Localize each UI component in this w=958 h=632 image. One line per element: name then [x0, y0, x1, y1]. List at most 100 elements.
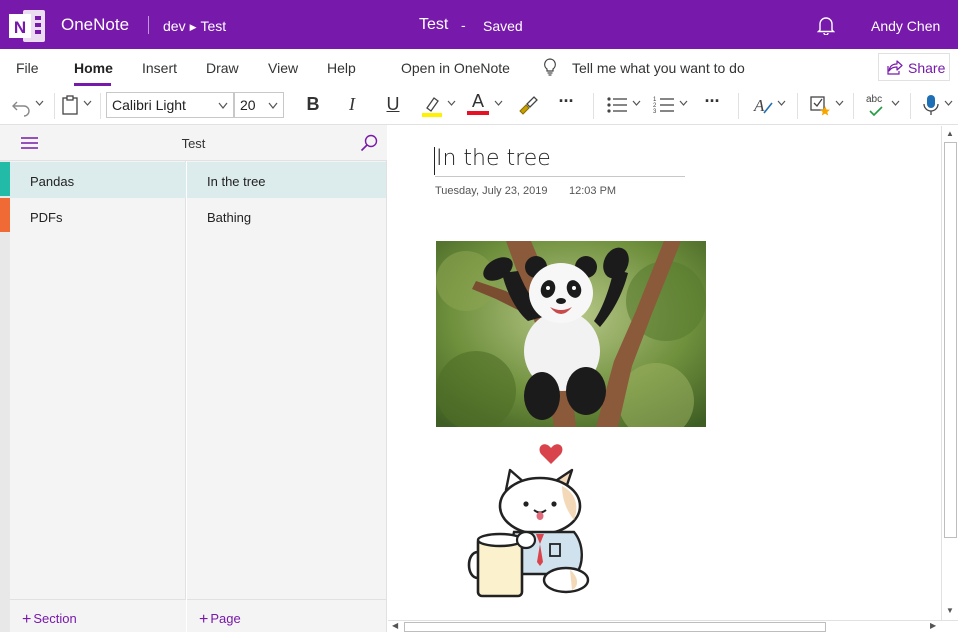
notebook-title[interactable]: Test	[0, 136, 387, 151]
vertical-scrollbar[interactable]: ▲ ▼	[941, 126, 958, 620]
page-item-bathing[interactable]: Bathing	[187, 198, 386, 234]
ribbon-divider	[100, 93, 101, 119]
ribbon-divider	[593, 93, 594, 119]
app-name[interactable]: OneNote	[61, 15, 129, 35]
undo-dropdown-chevron-icon[interactable]	[35, 100, 44, 106]
title-bar: N OneNote dev ▶ Test Test - Saved Andy Che…	[0, 0, 958, 49]
spelling-label[interactable]: abc	[866, 94, 882, 105]
highlight-dropdown-chevron-icon[interactable]	[447, 100, 456, 106]
svg-text:3: 3	[653, 109, 657, 115]
horizontal-scrollbar[interactable]: ◀ ▶	[388, 620, 958, 632]
svg-text:A: A	[753, 96, 765, 115]
section-item-pdfs[interactable]: PDFs	[10, 198, 186, 234]
plus-icon: +	[22, 611, 32, 628]
page-label: Bathing	[207, 210, 252, 225]
underline-button[interactable]: U	[383, 94, 403, 115]
user-name[interactable]: Andy Chen	[871, 18, 940, 34]
section-item-pandas[interactable]: Pandas	[10, 162, 186, 198]
tags-dropdown-chevron-icon[interactable]	[835, 100, 844, 106]
active-tab-indicator	[74, 83, 111, 86]
scroll-down-arrow-icon[interactable]: ▼	[946, 606, 954, 615]
text-cursor	[434, 147, 435, 175]
tell-me-search[interactable]: Tell me what you want to do	[572, 60, 745, 76]
panda-in-tree-image[interactable]	[436, 241, 706, 427]
document-title: Test	[419, 16, 449, 33]
more-paragraph-options-button[interactable]: ···	[702, 91, 722, 112]
menu-view[interactable]: View	[268, 60, 298, 76]
clipboard-icon[interactable]	[61, 93, 79, 117]
menu-home[interactable]: Home	[74, 60, 113, 76]
menu-bar: File Home Insert Draw View Help Open in …	[0, 49, 958, 87]
share-label: Share	[908, 60, 946, 76]
breadcrumb-section[interactable]: Test	[201, 18, 227, 34]
menu-draw[interactable]: Draw	[206, 60, 239, 76]
menu-help[interactable]: Help	[327, 60, 356, 76]
onenote-logo-icon[interactable]: N	[8, 8, 46, 44]
undo-icon[interactable]	[11, 93, 33, 117]
chevron-down-icon	[268, 102, 278, 109]
breadcrumb: dev ▶ Test	[163, 18, 226, 34]
add-section-label: Section	[33, 611, 77, 626]
menu-file[interactable]: File	[16, 60, 39, 76]
titlebar-divider	[148, 16, 149, 34]
page-date: Tuesday, July 23, 2019	[435, 185, 548, 197]
bullet-list-icon[interactable]	[606, 93, 628, 117]
document-title-dash: -	[461, 17, 466, 33]
add-section-button[interactable]: + Section	[10, 599, 186, 632]
font-color-dropdown-chevron-icon[interactable]	[494, 100, 503, 106]
spelling-check-icon[interactable]	[868, 106, 884, 116]
menu-insert[interactable]: Insert	[142, 60, 177, 76]
chevron-down-icon	[218, 102, 228, 109]
cat-with-coffee-sticker-image[interactable]	[466, 440, 596, 606]
notification-bell-icon[interactable]	[817, 16, 835, 35]
font-name-value: Calibri Light	[112, 97, 186, 113]
share-button[interactable]: Share	[878, 53, 950, 81]
page-label: In the tree	[207, 174, 266, 189]
font-color-button[interactable]: A	[468, 91, 488, 112]
page-item-in-the-tree[interactable]: In the tree	[187, 162, 386, 198]
add-page-label: Page	[210, 611, 241, 626]
font-size-dropdown[interactable]: 20	[234, 92, 284, 118]
page-time: 12:03 PM	[569, 185, 617, 197]
bold-button[interactable]: B	[303, 94, 323, 115]
tag-checkbox-star-icon[interactable]	[809, 93, 831, 117]
format-painter-icon[interactable]	[517, 93, 539, 117]
styles-dropdown-chevron-icon[interactable]	[777, 100, 786, 106]
bullet-dropdown-chevron-icon[interactable]	[632, 100, 641, 106]
dictate-dropdown-chevron-icon[interactable]	[944, 100, 953, 106]
plus-icon: +	[199, 611, 209, 628]
navigation-header: Test	[0, 125, 387, 161]
ribbon-divider	[797, 93, 798, 119]
ribbon-divider	[910, 93, 911, 119]
font-name-dropdown[interactable]: Calibri Light	[106, 92, 234, 118]
numbering-dropdown-chevron-icon[interactable]	[679, 100, 688, 106]
vertical-scroll-thumb[interactable]	[944, 142, 957, 538]
search-icon[interactable]	[360, 134, 378, 152]
breadcrumb-notebook[interactable]: dev	[163, 18, 186, 34]
breadcrumb-chevron-icon: ▶	[189, 22, 197, 32]
lightbulb-icon	[544, 58, 556, 76]
menu-open-in-onenote[interactable]: Open in OneNote	[401, 60, 510, 76]
section-label: PDFs	[30, 210, 63, 225]
section-color-tab-pdfs	[0, 198, 10, 232]
add-page-button[interactable]: + Page	[187, 599, 386, 632]
numbered-list-icon[interactable]: 1 2 3	[653, 93, 675, 117]
page-title[interactable]: In the tree	[436, 146, 551, 171]
scroll-right-arrow-icon[interactable]: ▶	[930, 621, 936, 630]
section-label: Pandas	[30, 174, 75, 189]
spelling-dropdown-chevron-icon[interactable]	[891, 100, 900, 106]
scroll-up-arrow-icon[interactable]: ▲	[946, 129, 954, 138]
highlighter-icon[interactable]	[421, 93, 443, 117]
save-status: Saved	[483, 18, 523, 34]
svg-text:N: N	[14, 18, 26, 37]
dictate-microphone-icon[interactable]	[922, 93, 940, 117]
page-canvas[interactable]: In the tree Tuesday, July 23, 2019 12:03…	[388, 126, 941, 620]
font-size-value: 20	[240, 97, 256, 113]
more-font-options-button[interactable]: ···	[556, 91, 576, 112]
styles-icon[interactable]: A	[753, 93, 775, 117]
ribbon-toolbar: Calibri Light 20 B I U A ··· 1 2 3 ··· A	[0, 87, 958, 125]
scroll-left-arrow-icon[interactable]: ◀	[392, 621, 398, 630]
paste-dropdown-chevron-icon[interactable]	[83, 100, 92, 106]
italic-button[interactable]: I	[342, 94, 362, 115]
horizontal-scroll-thumb[interactable]	[404, 622, 826, 632]
